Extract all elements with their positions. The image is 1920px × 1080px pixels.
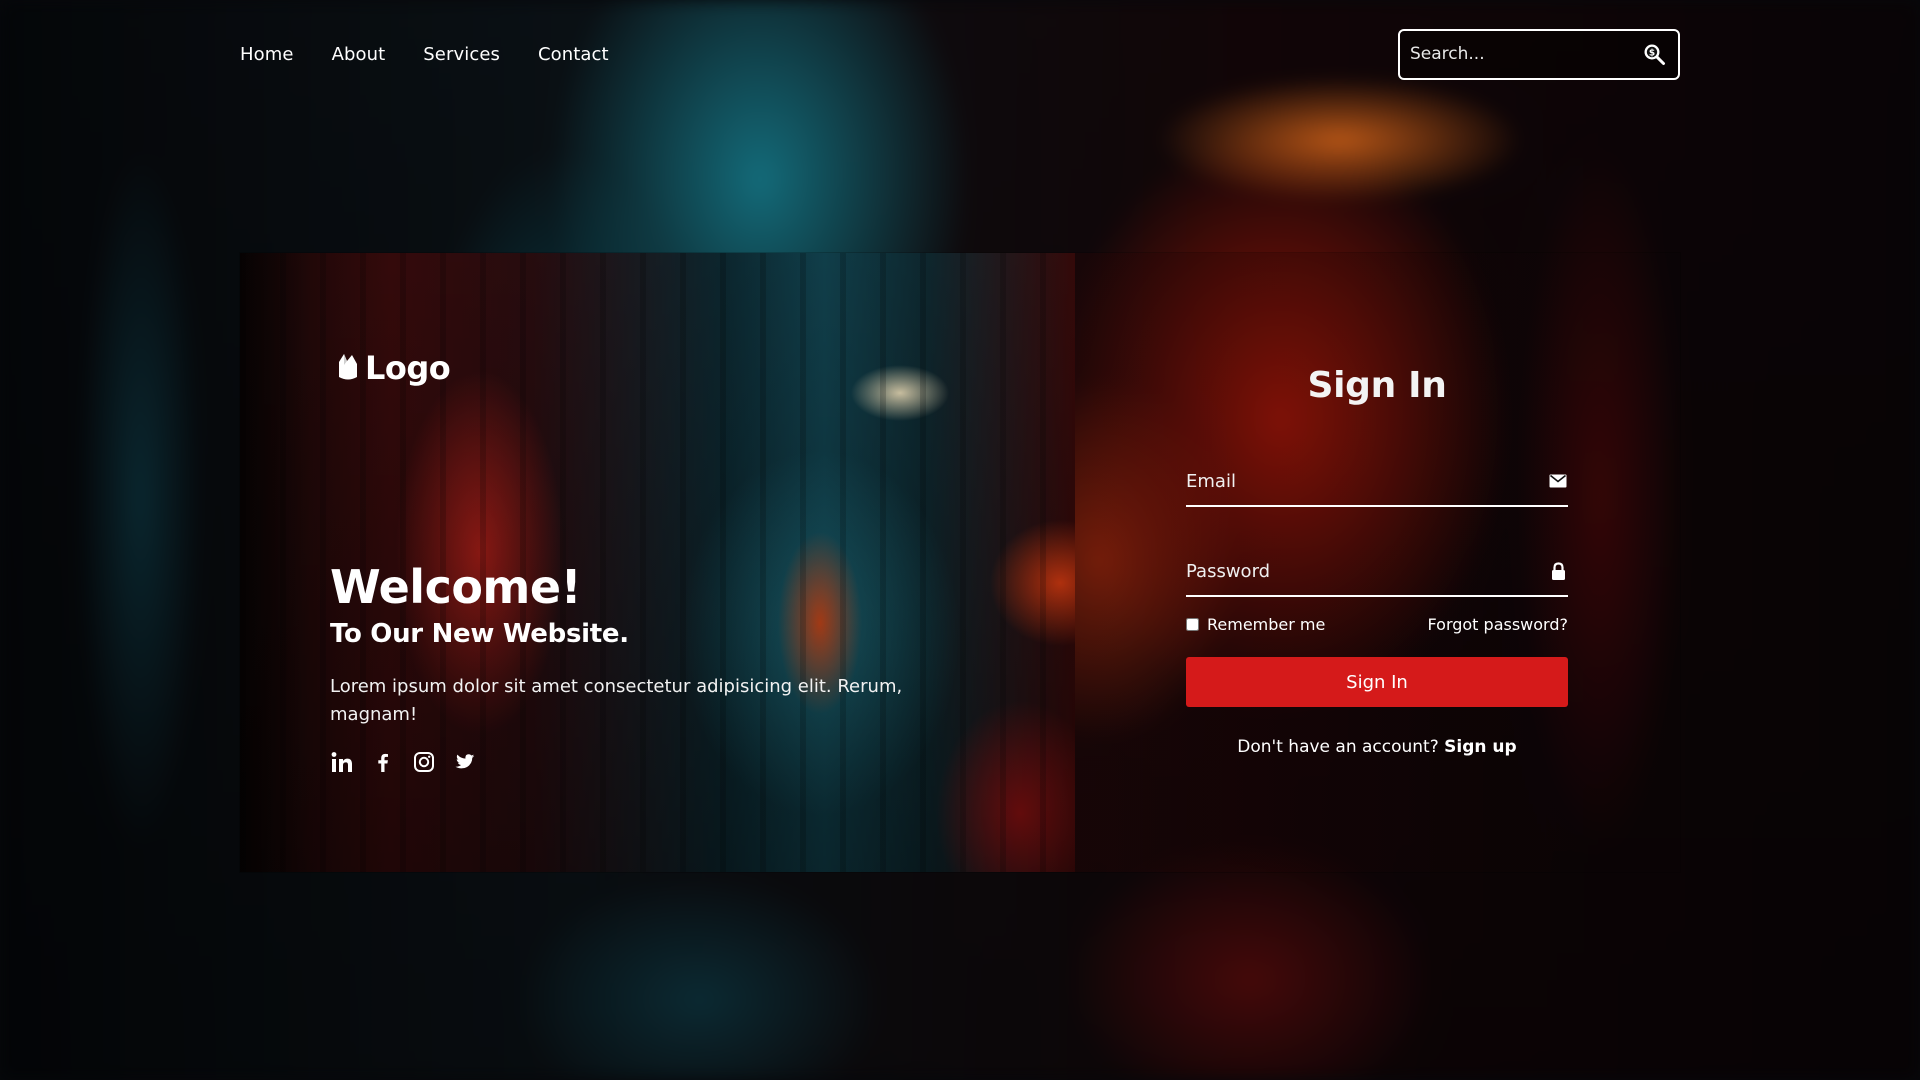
- instagram-icon[interactable]: [412, 750, 435, 773]
- search-box: $: [1398, 28, 1680, 80]
- signin-panel: Sign In Email Remember me Forgot passwor…: [1075, 253, 1680, 872]
- facebook-icon[interactable]: [371, 750, 394, 773]
- nav-link-services[interactable]: Services: [423, 44, 500, 65]
- svg-text:$: $: [1649, 48, 1655, 58]
- email-field-wrapper: [1186, 457, 1568, 507]
- lock-icon: [1548, 561, 1568, 581]
- remember-me-label: Remember me: [1207, 615, 1326, 634]
- nav-link-contact[interactable]: Contact: [538, 44, 609, 65]
- logo-icon: [335, 352, 361, 384]
- welcome-subtitle: To Our New Website.: [330, 619, 629, 649]
- navbar: Home About Services Contact $: [240, 28, 1680, 80]
- linkedin-icon[interactable]: [330, 750, 353, 773]
- login-card: Logo Welcome! To Our New Website. Lorem …: [240, 253, 1680, 872]
- remember-me-checkbox[interactable]: [1186, 618, 1199, 631]
- hero-panel: Logo Welcome! To Our New Website. Lorem …: [240, 253, 1075, 872]
- search-icon[interactable]: $: [1640, 40, 1668, 68]
- password-field-wrapper: [1186, 547, 1568, 597]
- signin-button[interactable]: Sign In: [1186, 657, 1568, 707]
- forgot-password-link[interactable]: Forgot password?: [1428, 615, 1568, 634]
- nav-link-about[interactable]: About: [332, 44, 386, 65]
- signup-row: Don't have an account? Sign up: [1186, 737, 1568, 757]
- logo-text: Logo: [365, 349, 451, 387]
- signup-link[interactable]: Sign up: [1444, 737, 1517, 757]
- welcome-heading: Welcome!: [330, 560, 582, 614]
- social-links: [330, 750, 476, 773]
- logo[interactable]: Logo: [335, 349, 451, 387]
- hero-content: Logo Welcome! To Our New Website. Lorem …: [240, 253, 1075, 872]
- nav-links: Home About Services Contact: [240, 44, 609, 65]
- email-field[interactable]: [1186, 457, 1548, 505]
- signup-prompt: Don't have an account?: [1237, 737, 1439, 757]
- twitter-icon[interactable]: [453, 750, 476, 773]
- nav-link-home[interactable]: Home: [240, 44, 294, 65]
- mail-icon: [1548, 471, 1568, 491]
- signin-options: Remember me Forgot password?: [1186, 615, 1568, 634]
- password-field[interactable]: [1186, 547, 1548, 595]
- welcome-description: Lorem ipsum dolor sit amet consectetur a…: [330, 676, 903, 725]
- remember-me[interactable]: Remember me: [1186, 615, 1325, 634]
- search-input[interactable]: [1410, 30, 1640, 78]
- signin-title: Sign In: [1307, 365, 1447, 406]
